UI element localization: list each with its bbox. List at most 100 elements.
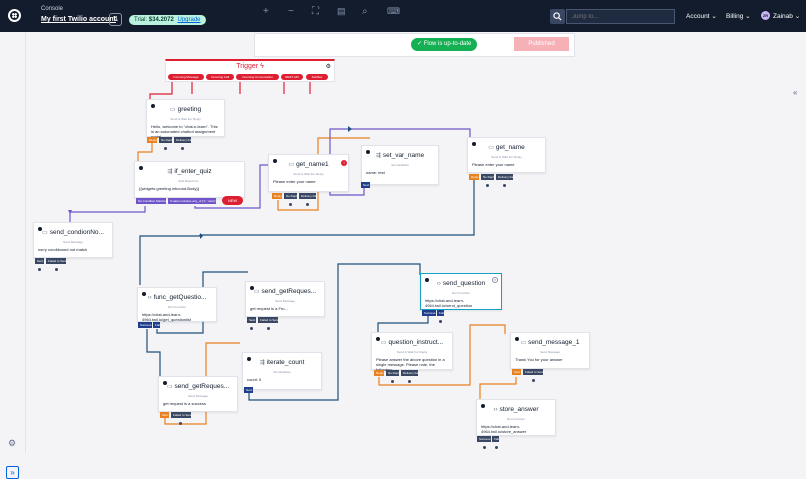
widget-title: ‹› send_question [436, 280, 486, 287]
port-connector-dot[interactable] [391, 380, 394, 383]
port-connector-dot[interactable] [306, 203, 309, 206]
function-icon: ‹› [147, 295, 152, 301]
widget-send-get-request-2[interactable]: ▭ send_getReques... Send Message get requ… [158, 376, 238, 412]
settings-gear-icon[interactable]: ⚙ [326, 63, 331, 70]
port-fail[interactable]: Fail [437, 310, 444, 316]
trigger-port-subflow[interactable]: Subflow [306, 74, 328, 80]
chat-bubble-icon: ▭ [169, 107, 176, 113]
port-sent[interactable]: Sent [35, 258, 44, 264]
port-reply[interactable]: Reply [147, 137, 157, 143]
widget-title: ▭ greeting [169, 106, 202, 113]
port-no-reply[interactable]: No Reply [386, 370, 400, 376]
chat-bubble-icon: ▭ [253, 289, 260, 295]
port-connector-dot[interactable] [483, 446, 486, 449]
new-transition-badge[interactable]: NEW [222, 196, 243, 205]
port-fail[interactable]: Fail [492, 436, 499, 442]
close-icon[interactable]: × [492, 277, 498, 283]
port-fail[interactable]: Fail [153, 322, 160, 328]
trigger-port-incoming-message[interactable]: Incoming Message [168, 74, 204, 80]
port-delivery-fail[interactable]: Delivery Fail [496, 174, 515, 180]
port-delivery-fail[interactable]: Delivery Fail [174, 137, 193, 143]
port-connector-dot[interactable] [408, 380, 411, 383]
port-connector-dot[interactable] [164, 147, 167, 150]
port-connector-dot[interactable] [495, 446, 498, 449]
port-delivery-fail[interactable]: Delivery Fail [299, 193, 318, 199]
widget-subtitle: Run Function [507, 417, 525, 421]
port-failed-to-send[interactable]: Failed to Send [523, 369, 544, 375]
port-failed-to-send[interactable]: Failed to Send [171, 412, 192, 418]
port-failed-to-send[interactable]: Failed to Send [258, 317, 279, 323]
variables-icon: ⇶ [259, 360, 265, 366]
widget-send-get-request-1[interactable]: ▭ send_getReques... Send Message get requ… [245, 281, 325, 317]
port-success[interactable]: Success [422, 310, 436, 316]
widget-body: Thank You for your answer [515, 357, 563, 362]
split-icon: ⇶ [167, 169, 173, 175]
widget-iterate-count[interactable]: ⇶ iterate_count Set Variables count: 0 [242, 352, 322, 390]
widget-subtitle: Send Message [539, 350, 560, 354]
port-condition-match[interactable]: If value includes any_of ['1', 'start'] [168, 198, 216, 204]
widget-title: ▭ send_condionNo... [42, 229, 104, 236]
port-connector-dot[interactable] [289, 203, 292, 206]
chat-bubble-icon: ▭ [520, 340, 527, 346]
port-connector-dot[interactable] [486, 184, 489, 187]
widget-body: get request is a success [163, 401, 206, 406]
widget-if-enter-quiz[interactable]: ⇶ if_enter_quiz Split Based On... {{widge… [134, 161, 245, 198]
widget-body: name: test [366, 170, 385, 175]
trigger-port-incoming-call[interactable]: Incoming Call [206, 74, 234, 80]
port-no-condition[interactable]: No Condition Matches [136, 198, 168, 204]
warning-icon[interactable]: ! [341, 160, 347, 166]
port-no-reply[interactable]: No Reply [284, 193, 298, 199]
port-connector-dot[interactable] [439, 320, 442, 323]
widget-func-get-question[interactable]: ‹› func_getQuestio... Run Function https:… [137, 287, 217, 322]
port-connector-dot[interactable] [267, 327, 270, 330]
expand-sidebar-icon[interactable]: » [6, 466, 19, 479]
widget-get-name[interactable]: ▭ get_name Send & Wait For Reply Please e… [467, 137, 546, 173]
port-sent[interactable]: Sent [247, 317, 256, 323]
widget-subtitle: Send & Wait For Reply [396, 350, 428, 354]
port-next[interactable]: Next [244, 387, 253, 393]
trigger-port-incoming-conversation[interactable]: Incoming Conversation [236, 74, 279, 80]
port-failed-to-send[interactable]: Failed to Send [46, 258, 67, 264]
port-connector-dot[interactable] [181, 147, 184, 150]
widget-get-name1[interactable]: ▭ get_name1 Send & Wait For Reply Please … [268, 154, 349, 192]
port-delivery-fail[interactable]: Delivery Fail [401, 370, 420, 376]
port-reply[interactable]: Reply [272, 193, 282, 199]
widget-question-instruct[interactable]: ▭ question_instruct... Send & Wait For Re… [371, 332, 453, 372]
port-success[interactable]: Success [477, 436, 491, 442]
port-no-reply[interactable]: No Reply [481, 174, 495, 180]
widget-title: ⇶ if_enter_quiz [167, 168, 212, 175]
port-sent[interactable]: Sent [160, 412, 169, 418]
port-reply[interactable]: Reply [374, 370, 384, 376]
port-connector-dot[interactable] [532, 379, 535, 382]
widget-store-answer[interactable]: ‹› store_answer Run Function https://chat… [476, 399, 556, 436]
widget-subtitle: Run Function [168, 305, 186, 309]
wire-sendq-instruct [377, 315, 429, 333]
port-sent[interactable]: Sent [512, 369, 521, 375]
widget-body: https://chat-and-learn-4964.twil.io/get_… [142, 312, 191, 322]
widget-set-var-name[interactable]: ⇶ set_var_name Set Variables name: test [361, 145, 439, 185]
port-no-reply[interactable]: No Reply [159, 137, 173, 143]
trigger-port-rest-api[interactable]: REST API [281, 74, 303, 80]
widget-greeting[interactable]: ▭ greeting Send & Wait For Reply Hello, w… [146, 99, 225, 139]
port-connector-dot[interactable] [503, 184, 506, 187]
widget-subtitle: Set Variables [391, 163, 409, 167]
widget-send-question[interactable]: ‹› send_question Run Function https://cha… [420, 273, 502, 310]
port-connector-dot[interactable] [38, 268, 41, 271]
chat-bubble-icon: ▭ [488, 145, 494, 151]
port-reply[interactable]: Reply [469, 174, 479, 180]
widget-send-condion-no[interactable]: ▭ send_condionNo... Send Message sorry co… [33, 222, 113, 258]
port-next[interactable]: Next [361, 182, 370, 188]
widget-body: https://chat-and-learn-4964.twil.io/send… [425, 298, 473, 308]
widget-title: ▭ send_getReques... [166, 383, 230, 390]
port-connector-dot[interactable] [55, 268, 58, 271]
widget-title: ‹› func_getQuestio... [147, 294, 207, 301]
widget-subtitle: Send & Wait For Reply [293, 172, 324, 176]
widget-title: ▭ get_name [488, 144, 525, 151]
chat-bubble-icon: ▭ [380, 340, 387, 346]
lightning-icon: ϟ [260, 63, 264, 70]
port-success[interactable]: Success [138, 322, 152, 328]
port-connector-dot[interactable] [250, 327, 253, 330]
widget-subtitle: Run Function [452, 291, 470, 295]
port-connector-dot[interactable] [179, 422, 182, 425]
widget-send-message-1[interactable]: ▭ send_message_1 Send Message Thank You f… [510, 332, 590, 369]
